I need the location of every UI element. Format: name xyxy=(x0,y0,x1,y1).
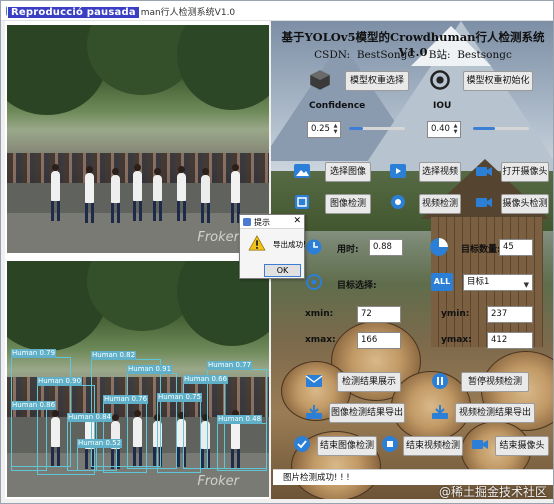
iou-slider[interactable] xyxy=(473,127,529,130)
frame-watermark: Froker xyxy=(197,474,239,489)
ymax-field: 412 xyxy=(487,332,533,349)
detection-box: Human 0.86 xyxy=(11,401,57,471)
iou-spinbox[interactable]: 0.40 ▲ ▼ xyxy=(427,121,461,138)
xmin-label: xmin: xyxy=(305,309,334,319)
cube-icon xyxy=(310,70,330,90)
init-weights-button[interactable]: 模型权重初始化 xyxy=(463,71,533,91)
export-video-results-button[interactable]: 视频检测结果导出 xyxy=(455,403,535,423)
export-image-icon xyxy=(306,405,322,419)
target-count-field: 45 xyxy=(499,239,533,256)
iou-label: IOU xyxy=(433,101,452,111)
end-image-detect-button[interactable]: 结束图像检测 xyxy=(317,436,377,456)
time-field: 0.88 xyxy=(369,239,403,256)
dialog-app-icon xyxy=(243,218,251,226)
confidence-slider[interactable] xyxy=(349,127,405,130)
iou-slider-fill xyxy=(473,127,496,130)
check-icon xyxy=(294,436,310,452)
select-weights-button[interactable]: 模型权重选择 xyxy=(345,71,409,91)
image-detect-button[interactable]: 图像检测 xyxy=(325,194,371,214)
detection-box: Human 0.48 xyxy=(217,415,267,471)
target-select-combobox[interactable]: 目标1 ▼ xyxy=(463,274,533,291)
detection-result-view: Human 0.79 Human 0.82 Human 0.77 Human 0… xyxy=(7,261,269,497)
select-video-button[interactable]: 选择视频 xyxy=(419,162,461,182)
target-icon xyxy=(430,70,450,90)
select-image-button[interactable]: 选择图像 xyxy=(325,162,371,182)
export-video-icon xyxy=(432,405,448,419)
original-image-view: Froker xyxy=(7,25,269,253)
camera-icon xyxy=(476,167,492,176)
video-icon xyxy=(390,164,406,178)
spin-arrows-icon[interactable]: ▲ ▼ xyxy=(452,123,459,136)
video-overlay-caption: Reproducció pausada xyxy=(7,6,140,19)
dialog-title-bar: 提示 ✕ xyxy=(240,215,304,229)
camera-detect-button[interactable]: 摄像头检测 xyxy=(501,194,549,214)
frame-watermark: Froker xyxy=(197,230,239,245)
clock-icon xyxy=(306,239,322,255)
dialog-title: 提示 xyxy=(254,218,270,227)
confidence-label: Confidence xyxy=(309,101,366,111)
ymax-label: ymax: xyxy=(441,335,472,345)
message-dialog: 提示 ✕ 导出成功! OK xyxy=(239,214,307,279)
image-icon xyxy=(294,164,310,178)
detection-box: Human 0.52 xyxy=(77,439,123,471)
target-count-label: 目标数量: xyxy=(461,245,501,255)
spin-arrows-icon[interactable]: ▲ ▼ xyxy=(332,123,339,136)
image-display-pane: Froker Human 0.79 Human 0.82 Human 0.77 … xyxy=(5,21,269,499)
time-label: 用时: xyxy=(337,245,359,255)
control-panel: 基于YOLOv5模型的Crowdhuman行人检测系统V1.0 CSDN: Be… xyxy=(271,21,553,499)
ymin-field: 237 xyxy=(487,306,533,323)
xmin-field: 72 xyxy=(357,306,401,323)
close-icon[interactable]: ✕ xyxy=(293,216,301,226)
pie-chart-icon xyxy=(430,238,448,256)
confidence-spinbox[interactable]: 0.25 ▲ ▼ xyxy=(307,121,341,138)
pause-icon xyxy=(432,373,448,389)
ymin-label: ymin: xyxy=(441,309,470,319)
mail-icon xyxy=(305,375,323,387)
end-video-detect-button[interactable]: 结束视频检测 xyxy=(403,436,463,456)
image-detect-icon xyxy=(295,195,309,209)
chevron-down-icon: ▼ xyxy=(523,281,529,289)
close-camera-button[interactable]: 结束摄像头 xyxy=(495,436,549,456)
site-watermark: @稀土掘金技术社区 xyxy=(438,485,547,499)
show-results-button[interactable]: 检测结果展示 xyxy=(337,372,401,392)
dialog-message: 导出成功! xyxy=(273,240,307,249)
detection-box: Human 0.75 xyxy=(157,393,203,473)
main-window: 基于YOLOv5模型的Crowdhuman行人检测系统V1.0 Reproduc… xyxy=(0,0,554,504)
export-image-results-button[interactable]: 图像检测结果导出 xyxy=(329,403,405,423)
target-select-icon xyxy=(306,274,322,290)
camera-detect-icon xyxy=(476,198,492,207)
warning-icon xyxy=(248,235,266,251)
video-detect-icon xyxy=(391,195,405,209)
all-icon: ALL xyxy=(431,273,453,291)
target-select-label: 目标选择: xyxy=(337,281,377,291)
author-info: CSDN: BestSongC B站: Bestsongc xyxy=(314,49,512,61)
xmax-field: 166 xyxy=(357,332,401,349)
confidence-slider-fill xyxy=(349,127,363,130)
camera-off-icon xyxy=(472,440,488,449)
xmax-label: xmax: xyxy=(305,335,336,345)
ok-button[interactable]: OK xyxy=(264,264,301,277)
stop-icon xyxy=(382,436,398,452)
open-camera-button[interactable]: 打开摄像头 xyxy=(501,162,549,182)
video-detect-button[interactable]: 视频检测 xyxy=(419,194,461,214)
pause-video-button[interactable]: 暂停视频检测 xyxy=(461,372,529,392)
